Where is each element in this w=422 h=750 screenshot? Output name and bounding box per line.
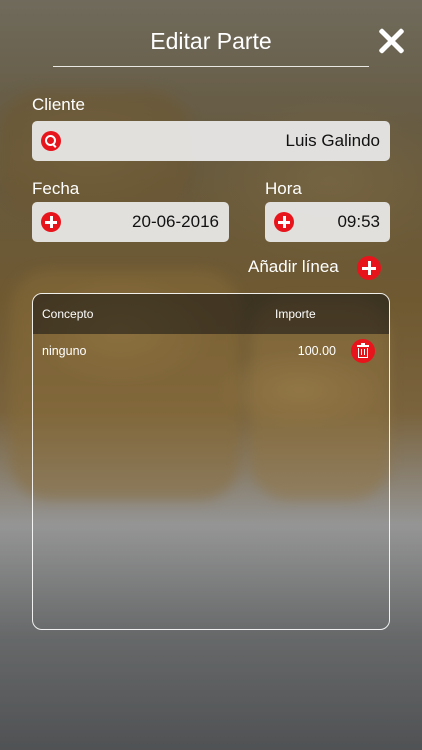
page-title: Editar Parte [150, 28, 272, 54]
cliente-label: Cliente [32, 95, 85, 114]
fecha-label: Fecha [32, 179, 80, 198]
cliente-field[interactable]: Luis Galindo [32, 121, 390, 161]
row-importe: 100.00 [297, 344, 336, 358]
close-icon[interactable] [376, 26, 406, 56]
add-line-label[interactable]: Añadir línea [248, 257, 339, 277]
fecha-field[interactable]: 20-06-2016 [32, 202, 229, 242]
hora-value: 09:53 [337, 212, 380, 231]
hora-label: Hora [265, 179, 302, 198]
fecha-value: 20-06-2016 [132, 212, 219, 231]
column-header-concepto: Concepto [42, 307, 94, 321]
table-row[interactable]: ninguno 100.00 [33, 336, 389, 366]
add-line-plus-icon[interactable] [357, 256, 381, 280]
title-divider [53, 66, 369, 67]
column-header-importe: Importe [275, 307, 316, 321]
plus-icon[interactable] [41, 212, 61, 232]
hora-field[interactable]: 09:53 [265, 202, 390, 242]
header: Editar Parte [0, 0, 422, 70]
row-concepto: ninguno [42, 344, 87, 358]
search-icon[interactable] [41, 131, 61, 151]
table-header: Concepto Importe [33, 294, 389, 334]
trash-icon[interactable] [351, 339, 375, 363]
lines-table: Concepto Importe ninguno 100.00 [32, 293, 390, 630]
plus-icon[interactable] [274, 212, 294, 232]
cliente-value: Luis Galindo [285, 131, 380, 150]
